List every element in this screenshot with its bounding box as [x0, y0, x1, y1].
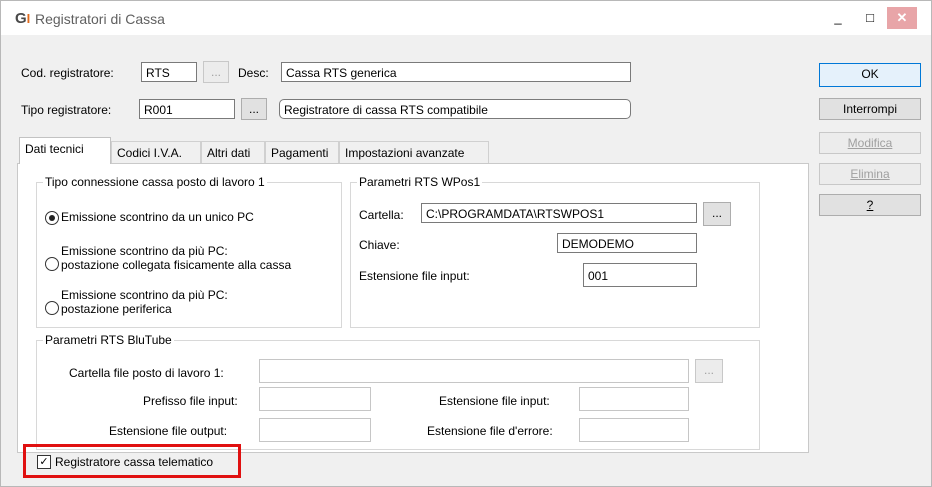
wpos-group: Parametri RTS WPos1 Cartella: C:\PROGRAM… [350, 175, 760, 328]
desc-field[interactable]: Cassa RTS generica [281, 62, 631, 82]
radio-piu-pc-collegata-label-line2: postazione collegata fisicamente alla ca… [61, 258, 292, 272]
modifica-button[interactable]: Modifica [819, 132, 921, 154]
tab-panel-dati-tecnici: Tipo connessione cassa posto di lavoro 1… [17, 163, 809, 453]
blutube-group: Parametri RTS BluTube Cartella file post… [36, 333, 760, 450]
blutube-cartella-field[interactable] [259, 359, 689, 383]
blutube-est-input-label: Estensione file input: [439, 394, 550, 408]
interrompi-button[interactable]: Interrompi [819, 98, 921, 120]
wpos-cartella-label: Cartella: [359, 208, 404, 222]
title-bar: GI Registratori di Cassa _ □ ✕ [1, 1, 931, 35]
radio-piu-pc-collegata[interactable] [45, 257, 59, 271]
blutube-cartella-lookup-button[interactable]: ... [695, 359, 723, 383]
blutube-prefisso-field[interactable] [259, 387, 371, 411]
blutube-est-output-field[interactable] [259, 418, 371, 442]
connessione-group-title: Tipo connessione cassa posto di lavoro 1 [43, 175, 267, 189]
app-logo-icon: GI [15, 10, 31, 27]
tipo-description-field: Registratore di cassa RTS compatibile [279, 99, 631, 119]
radio-piu-pc-collegata-label-line1: Emissione scontrino da più PC: [61, 244, 228, 258]
blutube-cartella-label: Cartella file posto di lavoro 1: [69, 366, 224, 380]
connessione-group: Tipo connessione cassa posto di lavoro 1… [36, 175, 342, 328]
blutube-est-output-label: Estensione file output: [109, 424, 228, 438]
tab-codici-iva[interactable]: Codici I.V.A. [111, 141, 201, 163]
tab-pagamenti[interactable]: Pagamenti [265, 141, 339, 163]
highlight-box [23, 444, 241, 478]
blutube-est-input-field[interactable] [579, 387, 689, 411]
wpos-group-title: Parametri RTS WPos1 [357, 175, 483, 189]
wpos-cartella-lookup-button[interactable]: ... [703, 202, 731, 226]
tab-impostazioni-avanzate[interactable]: Impostazioni avanzate [339, 141, 489, 163]
close-button[interactable]: ✕ [887, 7, 917, 29]
tipo-registratore-label: Tipo registratore: [21, 103, 112, 117]
tipo-registratore-field[interactable]: R001 [139, 99, 235, 119]
radio-piu-pc-periferica-label-line1: Emissione scontrino da più PC: [61, 288, 228, 302]
radio-unico-pc[interactable] [45, 211, 59, 225]
tipo-lookup-button[interactable]: ... [241, 98, 267, 120]
wpos-chiave-label: Chiave: [359, 238, 400, 252]
minimize-button[interactable]: _ [827, 7, 849, 29]
cod-registratore-label: Cod. registratore: [21, 66, 114, 80]
tab-dati-tecnici[interactable]: Dati tecnici [19, 137, 111, 164]
radio-piu-pc-periferica-label-line2: postazione periferica [61, 302, 172, 316]
wpos-chiave-field[interactable]: DEMODEMO [557, 233, 697, 253]
blutube-est-errore-field[interactable] [579, 418, 689, 442]
blutube-group-title: Parametri RTS BluTube [43, 333, 174, 347]
cod-registratore-field[interactable]: RTS [141, 62, 197, 82]
radio-piu-pc-periferica[interactable] [45, 301, 59, 315]
wpos-estensione-label: Estensione file input: [359, 269, 470, 283]
wpos-cartella-field[interactable]: C:\PROGRAMDATA\RTSWPOS1 [421, 203, 697, 223]
help-button[interactable]: ? [819, 194, 921, 216]
ok-button[interactable]: OK [819, 63, 921, 87]
dialog-window: GI Registratori di Cassa _ □ ✕ Cod. regi… [0, 0, 932, 487]
tab-altri-dati[interactable]: Altri dati [201, 141, 265, 163]
radio-unico-pc-label: Emissione scontrino da un unico PC [61, 210, 254, 224]
window-title: Registratori di Cassa [35, 11, 165, 27]
blutube-prefisso-label: Prefisso file input: [143, 394, 238, 408]
maximize-button[interactable]: □ [859, 7, 881, 29]
cod-lookup-button[interactable]: ... [203, 61, 229, 83]
desc-label: Desc: [238, 66, 269, 80]
blutube-est-errore-label: Estensione file d'errore: [427, 424, 553, 438]
elimina-button[interactable]: Elimina [819, 163, 921, 185]
wpos-estensione-field[interactable]: 001 [583, 263, 697, 287]
